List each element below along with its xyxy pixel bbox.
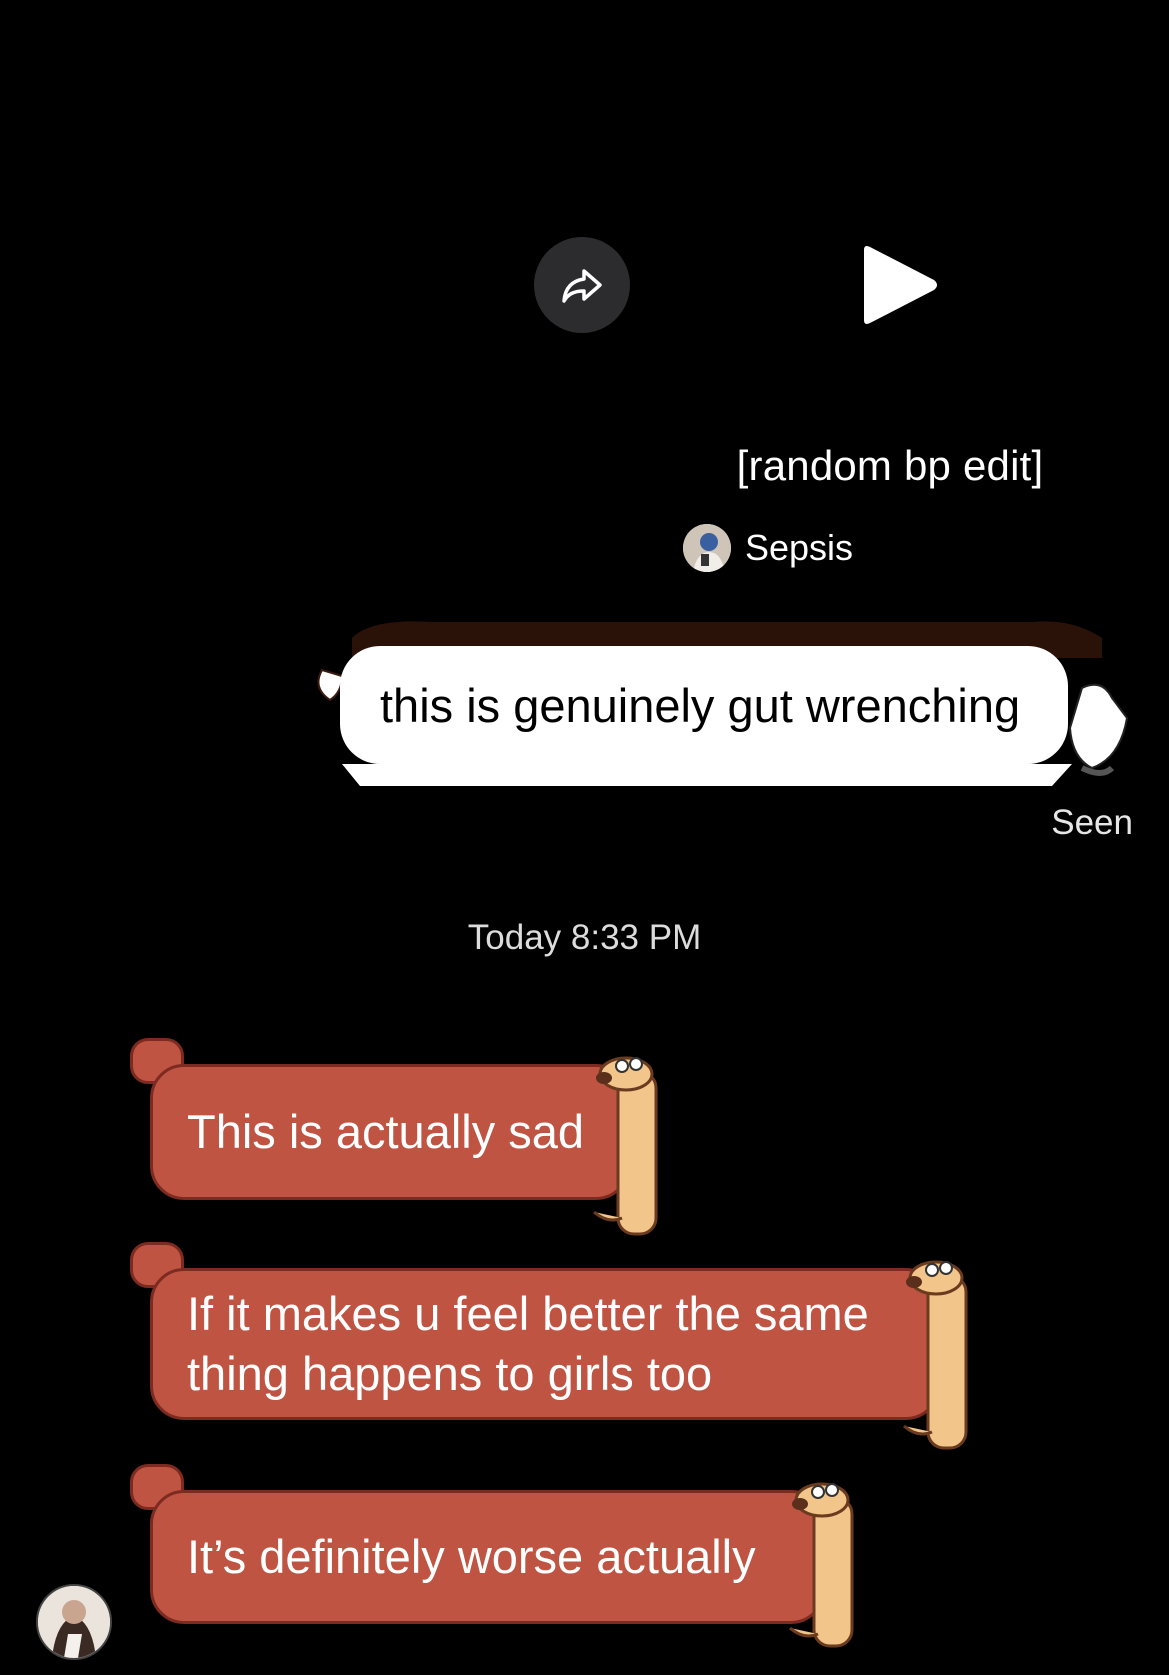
video-title[interactable]: [random bp edit] — [700, 442, 1080, 490]
author-avatar — [683, 524, 731, 572]
dog-sticker-icon — [593, 1056, 658, 1236]
contact-avatar[interactable] — [36, 1584, 112, 1660]
message-text: This is actually sad — [187, 1105, 585, 1158]
play-icon[interactable] — [856, 244, 940, 326]
share-arrow-icon — [562, 269, 602, 303]
message-text: If it makes u feel better the same thing… — [187, 1287, 869, 1400]
share-button[interactable] — [534, 237, 630, 333]
outgoing-bubble: this is genuinely gut wrenching — [340, 646, 1068, 764]
incoming-bubble: If it makes u feel better the same thing… — [150, 1268, 940, 1420]
seen-status: Seen — [1051, 803, 1133, 842]
author-name: Sepsis — [745, 527, 854, 568]
outgoing-message[interactable]: this is genuinely gut wrenching — [312, 618, 1132, 798]
dog-sticker-icon — [789, 1482, 854, 1648]
incoming-bubble: It’s definitely worse actually — [150, 1490, 825, 1624]
message-text: It’s definitely worse actually — [187, 1530, 756, 1583]
incoming-bubble: This is actually sad — [150, 1064, 630, 1200]
chat-timestamp: Today 8:33 PM — [467, 918, 702, 957]
message-text: this is genuinely gut wrenching — [380, 678, 1021, 732]
video-author[interactable]: Sepsis — [683, 523, 853, 573]
dog-sticker-icon — [903, 1260, 968, 1450]
